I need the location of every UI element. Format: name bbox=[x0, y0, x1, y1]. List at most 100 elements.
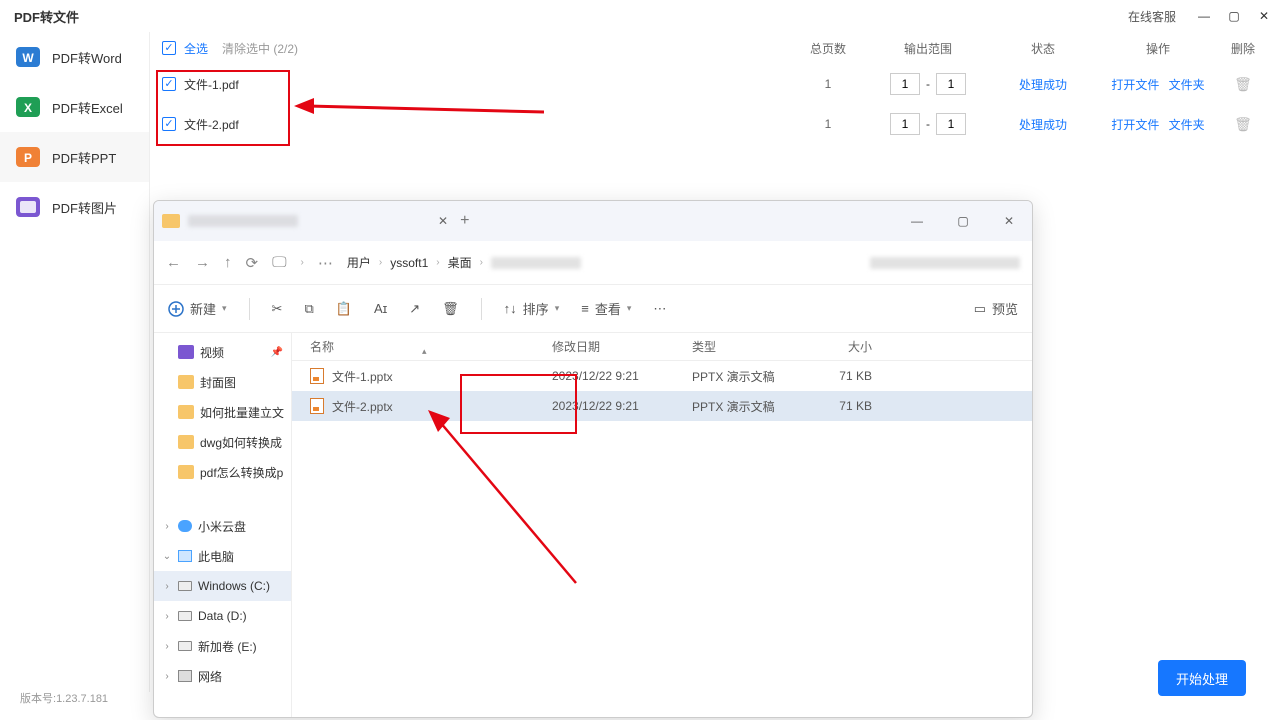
explorer-file-list: 名称▴ 修改日期 类型 大小 文件-1.pptx 2023/12/22 9:21… bbox=[292, 333, 1032, 717]
explorer-file-row[interactable]: 文件-2.pptx 2023/12/22 9:21 PPTX 演示文稿 71 K… bbox=[292, 391, 1032, 421]
tree-item[interactable]: 视频📌 bbox=[154, 337, 291, 367]
disk-icon bbox=[178, 641, 192, 651]
tree-item-drive[interactable]: ›Windows (C:) bbox=[154, 571, 291, 601]
trash-icon bbox=[1234, 118, 1252, 132]
tree-item-pc[interactable]: ⌄此电脑 bbox=[154, 541, 291, 571]
sidebar-item-label: PDF转PPT bbox=[52, 148, 116, 167]
delete-button[interactable] bbox=[1218, 116, 1268, 133]
page-count: 1 bbox=[788, 117, 868, 131]
preview-button[interactable]: ▭ 预览 bbox=[974, 299, 1018, 318]
sidebar-item-pdf-to-ppt[interactable]: P PDF转PPT bbox=[0, 132, 149, 182]
breadcrumb-item[interactable]: 桌面 bbox=[448, 254, 472, 271]
row-ops: 打开文件 文件夹 bbox=[1098, 116, 1218, 133]
breadcrumb-item[interactable]: 用户 bbox=[347, 254, 371, 271]
col-type[interactable]: 类型 bbox=[692, 338, 812, 355]
sidebar-item-label: PDF转Excel bbox=[52, 98, 123, 117]
explorer-file-row[interactable]: 文件-1.pptx 2023/12/22 9:21 PPTX 演示文稿 71 K… bbox=[292, 361, 1032, 391]
start-processing-button[interactable]: 开始处理 bbox=[1158, 660, 1246, 696]
breadcrumb-item[interactable]: yssoft1 bbox=[390, 256, 428, 270]
new-button[interactable]: 新建 ▾ bbox=[168, 299, 227, 318]
col-modified[interactable]: 修改日期 bbox=[552, 338, 692, 355]
sort-asc-icon: ▴ bbox=[422, 346, 427, 357]
tree-item-drive[interactable]: ›新加卷 (E:) bbox=[154, 631, 291, 661]
explorer-toolbar: 新建 ▾ ✂ ⧉ 📋 Aɪ ↗ 🗑 ↑↓ 排序 ▾ ≡ 查看 ▾ ⋯ ▭ 预览 bbox=[154, 285, 1032, 333]
rename-icon[interactable]: Aɪ bbox=[374, 301, 387, 316]
open-folder-link[interactable]: 文件夹 bbox=[1169, 118, 1205, 132]
tree-item-cloud[interactable]: ›小米云盘 bbox=[154, 511, 291, 541]
delete-icon[interactable]: 🗑 bbox=[442, 301, 459, 317]
page-range: - bbox=[868, 73, 988, 95]
row-checkbox[interactable] bbox=[162, 77, 176, 91]
version-label: 版本号:1.23.7.181 bbox=[20, 690, 108, 706]
pin-icon: 📌 bbox=[271, 347, 283, 358]
explorer-minimize-icon[interactable]: — bbox=[894, 201, 940, 241]
explorer-tab-title[interactable] bbox=[188, 215, 298, 227]
copy-icon[interactable]: ⧉ bbox=[304, 301, 313, 317]
tree-item[interactable]: 封面图 bbox=[154, 367, 291, 397]
explorer-new-tab-icon[interactable]: + bbox=[448, 212, 481, 230]
range-from-input[interactable] bbox=[890, 73, 920, 95]
svg-text:W: W bbox=[22, 51, 34, 65]
minimize-icon[interactable]: — bbox=[1196, 8, 1212, 24]
explorer-tree: 视频📌 封面图 如何批量建立文 dwg如何转换成 pdf怎么转换成p ›小米云盘… bbox=[154, 333, 292, 717]
pptx-icon bbox=[310, 398, 324, 414]
share-icon[interactable]: ↗ bbox=[409, 301, 420, 317]
sidebar-item-label: PDF转Word bbox=[52, 48, 122, 67]
tree-item-network[interactable]: ›网络 bbox=[154, 661, 291, 691]
open-folder-link[interactable]: 文件夹 bbox=[1169, 78, 1205, 92]
nav-forward-icon[interactable]: → bbox=[195, 254, 210, 271]
select-all-label[interactable]: 全选 bbox=[184, 40, 208, 57]
range-from-input[interactable] bbox=[890, 113, 920, 135]
page-count: 1 bbox=[788, 77, 868, 91]
nav-refresh-icon[interactable]: ⟳ bbox=[246, 254, 259, 272]
explorer-maximize-icon[interactable]: ▢ bbox=[940, 201, 986, 241]
online-service-link[interactable]: 在线客服 bbox=[1128, 8, 1176, 25]
network-icon bbox=[178, 670, 192, 682]
breadcrumb: 用户› yssoft1› 桌面› bbox=[347, 254, 581, 271]
more-icon[interactable]: ⋯ bbox=[653, 301, 666, 317]
col-size[interactable]: 大小 bbox=[812, 338, 892, 355]
paste-icon[interactable]: 📋 bbox=[336, 301, 352, 317]
pptx-icon bbox=[310, 368, 324, 384]
col-name[interactable]: 名称▴ bbox=[292, 338, 552, 355]
ppt-icon: P bbox=[14, 143, 42, 171]
explorer-tab-close-icon[interactable]: ✕ bbox=[438, 214, 448, 228]
pc-icon bbox=[178, 550, 192, 562]
open-file-link[interactable]: 打开文件 bbox=[1111, 118, 1159, 132]
sort-button[interactable]: ↑↓ 排序 ▾ bbox=[504, 299, 560, 318]
nav-up-icon[interactable]: ↑ bbox=[224, 254, 232, 271]
file-columns-header: 名称▴ 修改日期 类型 大小 bbox=[292, 333, 1032, 361]
clear-selected-link[interactable]: 清除选中 (2/2) bbox=[222, 40, 298, 57]
range-to-input[interactable] bbox=[936, 73, 966, 95]
cut-icon[interactable]: ✂ bbox=[272, 301, 283, 317]
sidebar-item-pdf-to-word[interactable]: W PDF转Word bbox=[0, 32, 149, 82]
delete-button[interactable] bbox=[1218, 76, 1268, 93]
range-to-input[interactable] bbox=[936, 113, 966, 135]
explorer-search-input[interactable] bbox=[870, 257, 1020, 269]
nav-pc-icon[interactable]: 🖵 bbox=[272, 254, 286, 271]
open-file-link[interactable]: 打开文件 bbox=[1111, 78, 1159, 92]
close-icon[interactable]: ✕ bbox=[1256, 8, 1272, 24]
breadcrumb-more-icon[interactable]: ⋯ bbox=[318, 254, 333, 272]
maximize-icon[interactable]: ▢ bbox=[1226, 8, 1242, 24]
tree-item[interactable]: 如何批量建立文 bbox=[154, 397, 291, 427]
explorer-close-icon[interactable]: ✕ bbox=[986, 201, 1032, 241]
disk-icon bbox=[178, 581, 192, 591]
col-header-range: 输出范围 bbox=[868, 40, 988, 57]
row-checkbox[interactable] bbox=[162, 117, 176, 131]
file-row[interactable]: 文件-2.pdf 1 - 处理成功 打开文件 文件夹 bbox=[150, 104, 1280, 144]
sidebar-item-pdf-to-image[interactable]: PDF转图片 bbox=[0, 182, 149, 232]
tree-item[interactable]: pdf怎么转换成p bbox=[154, 457, 291, 487]
app-titlebar: PDF转文件 在线客服 — ▢ ✕ bbox=[0, 0, 1280, 32]
breadcrumb-item-hidden[interactable] bbox=[491, 257, 581, 269]
tree-item[interactable]: dwg如何转换成 bbox=[154, 427, 291, 457]
disk-icon bbox=[178, 611, 192, 621]
sidebar-item-pdf-to-excel[interactable]: X PDF转Excel bbox=[0, 82, 149, 132]
file-name: 文件-1.pdf bbox=[184, 76, 239, 93]
nav-back-icon[interactable]: ← bbox=[166, 254, 181, 271]
select-all-checkbox[interactable] bbox=[162, 41, 176, 55]
status-text: 处理成功 bbox=[988, 116, 1098, 133]
tree-item-drive[interactable]: ›Data (D:) bbox=[154, 601, 291, 631]
file-row[interactable]: 文件-1.pdf 1 - 处理成功 打开文件 文件夹 bbox=[150, 64, 1280, 104]
view-button[interactable]: ≡ 查看 ▾ bbox=[581, 299, 631, 318]
